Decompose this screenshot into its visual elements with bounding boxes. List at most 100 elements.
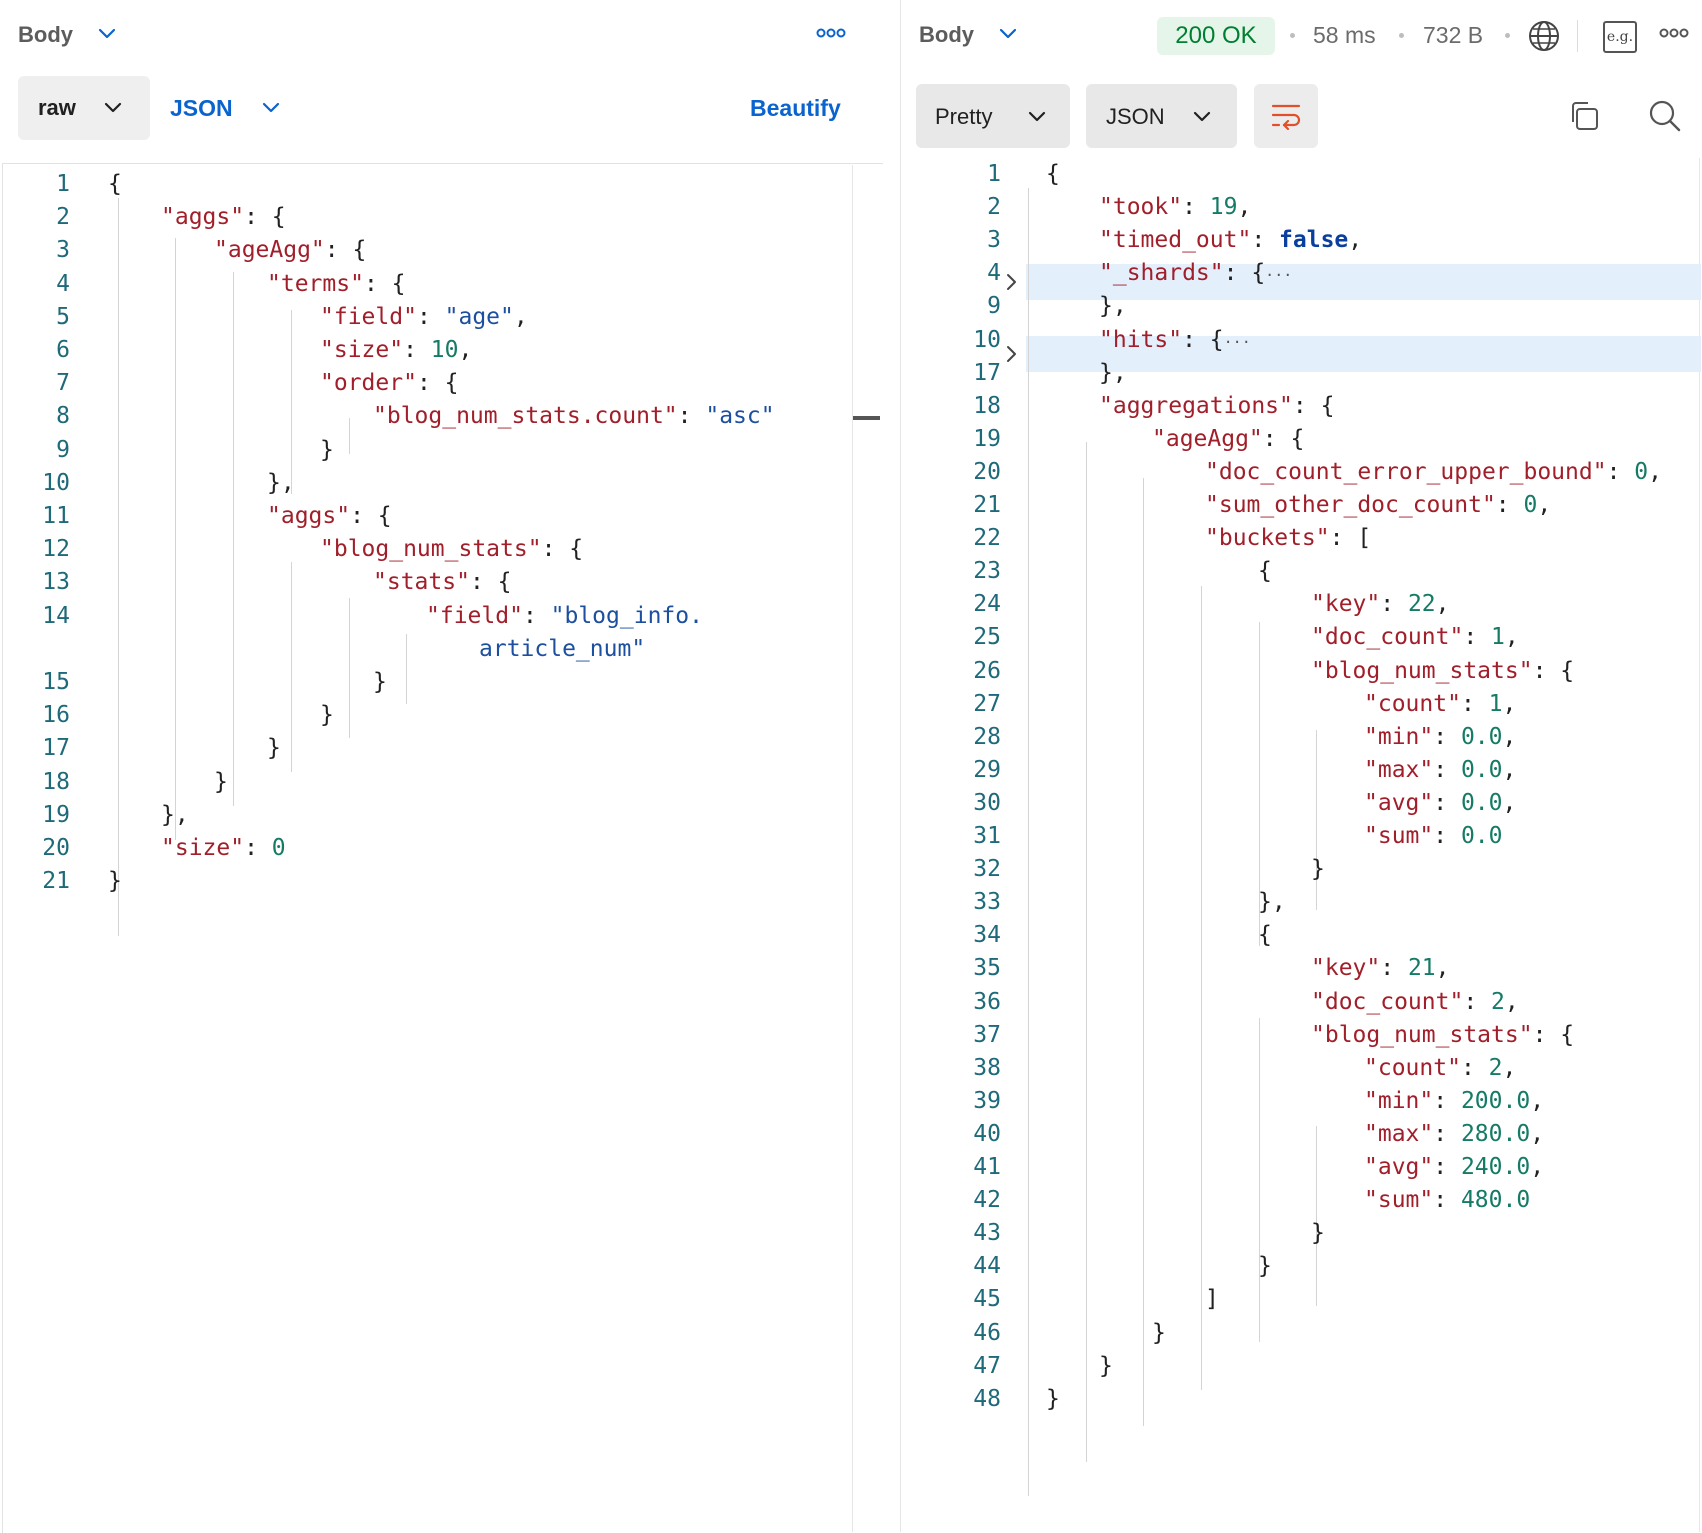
code-token: 200.0: [1460, 1087, 1531, 1114]
code-line: 11 "aggs": {: [10, 498, 850, 534]
line-number: 21: [42, 868, 70, 895]
code-token: : {: [469, 569, 512, 596]
line-number: 46: [973, 1319, 1001, 1346]
copy-icon[interactable]: [1568, 100, 1600, 137]
code-line: 19},: [10, 797, 850, 833]
code-token: :: [416, 303, 445, 330]
code-token: ,: [1348, 227, 1363, 254]
code-line: 10 "hits": {···: [909, 322, 1699, 358]
code-token: "avg": [1364, 1154, 1434, 1180]
line-number: 30: [973, 789, 1001, 816]
code-text: },: [1099, 355, 1127, 391]
code-token: "doc_count_error_upper_bound": [1205, 458, 1607, 485]
line-number: 41: [973, 1154, 1001, 1180]
request-language-dropdown[interactable]: JSON: [168, 76, 288, 140]
code-token: "max": [1364, 756, 1434, 783]
raw-mode-label: raw: [38, 95, 76, 120]
code-token: }: [1311, 856, 1325, 883]
code-line: 9},: [909, 288, 1699, 324]
response-code-viewer[interactable]: 1{2 "took": 19, 3 "timed_out": false, 4 "_sha…: [909, 156, 1699, 1532]
code-line: 22 "buckets": [: [909, 520, 1699, 556]
code-token: "ageAgg": [214, 237, 325, 264]
code-text: "blog_num_stats": {: [1311, 1017, 1574, 1053]
request-code-editor[interactable]: 1{2 "aggs": {3 "ageAgg": {4 "terms": {5 "fie…: [10, 166, 850, 1532]
code-token: 1: [1491, 624, 1505, 651]
code-text: }: [1046, 1381, 1060, 1417]
code-token: },: [1099, 359, 1127, 386]
code-text: },: [161, 797, 189, 833]
scrollbar-thumb[interactable]: [853, 416, 880, 420]
raw-mode-dropdown[interactable]: raw: [18, 76, 150, 140]
line-number: 13: [42, 569, 70, 596]
code-token: :: [1495, 492, 1524, 518]
line-number: 19: [42, 801, 70, 828]
chevron-down-icon: [1193, 111, 1211, 123]
code-line: 18 "aggregations": {: [909, 388, 1699, 424]
more-icon[interactable]: [816, 27, 846, 39]
code-token: ,: [1237, 194, 1252, 221]
code-token: article_num": [479, 635, 646, 662]
code-token: :: [1433, 789, 1461, 816]
code-line: 30 "avg": 0.0,: [909, 785, 1699, 821]
code-token: : {: [1223, 260, 1266, 287]
code-text: "timed_out": false,: [1099, 222, 1362, 258]
code-token: 0: [1523, 492, 1538, 518]
code-text: "key": 21,: [1311, 950, 1450, 986]
response-language-dropdown[interactable]: JSON: [1086, 84, 1237, 148]
code-line: 6 "size": 10,: [10, 332, 850, 368]
line-number: 1: [987, 161, 1001, 187]
code-token: 0.0: [1460, 789, 1503, 816]
line-number: 4: [56, 270, 70, 297]
line-number: 24: [973, 591, 1001, 618]
chevron-down-icon: [104, 102, 122, 114]
line-number: 36: [973, 988, 1001, 1015]
code-token: :: [244, 835, 272, 861]
request-body-panel: Body raw JSON Beautify 1{2 "aggs": {3 "age…: [0, 0, 900, 1533]
code-token: "sum": [1364, 1187, 1434, 1214]
code-text: "ageAgg": {: [214, 232, 366, 268]
code-text: }: [267, 730, 281, 766]
code-token: : {: [324, 237, 367, 264]
chevron-down-icon[interactable]: [999, 28, 1017, 40]
code-text: {: [1258, 553, 1272, 589]
code-token: :: [1433, 756, 1461, 783]
code-token: : {: [416, 370, 459, 397]
globe-icon[interactable]: [1527, 19, 1561, 58]
example-icon[interactable]: e.g.: [1603, 21, 1637, 53]
response-language-label: JSON: [1106, 104, 1165, 129]
code-text: ]: [1205, 1281, 1219, 1317]
code-line: 29 "max": 0.0,: [909, 752, 1699, 788]
code-token: 0.0: [1460, 823, 1503, 849]
line-number: 10: [973, 326, 1001, 353]
code-token: ,: [1435, 955, 1450, 982]
code-token: ,: [1502, 756, 1517, 783]
code-text: "took": 19,: [1099, 189, 1251, 225]
line-number: 2: [987, 194, 1001, 221]
separator-dot: [1505, 33, 1510, 38]
code-token: ,: [1502, 1054, 1517, 1081]
code-token: 240.0: [1460, 1154, 1531, 1180]
wrap-lines-button[interactable]: [1254, 84, 1318, 148]
code-text: "avg": 0.0,: [1364, 785, 1516, 821]
code-line: 14 "field": "blog_info.: [10, 598, 850, 634]
separator-dot: [1290, 33, 1295, 38]
line-number: 20: [42, 835, 70, 861]
search-icon[interactable]: [1648, 99, 1682, 138]
code-token: : [: [1329, 525, 1372, 552]
code-line: 32}: [909, 851, 1699, 887]
code-text: }: [1099, 1348, 1113, 1384]
code-token: :: [1380, 955, 1408, 982]
line-number: 5: [56, 303, 70, 330]
code-token: "age": [444, 303, 514, 330]
code-token: :: [1433, 1154, 1461, 1180]
line-number: 44: [973, 1253, 1001, 1280]
pretty-view-dropdown[interactable]: Pretty: [916, 84, 1070, 148]
line-number: 33: [973, 889, 1001, 916]
line-number: 34: [973, 922, 1001, 949]
beautify-button[interactable]: Beautify: [750, 95, 841, 122]
code-line: 44}: [909, 1248, 1699, 1284]
chevron-down-icon[interactable]: [98, 28, 116, 40]
more-icon[interactable]: [1659, 27, 1689, 39]
code-line: 12 "blog_num_stats": {: [10, 531, 850, 567]
line-number: 17: [42, 735, 70, 762]
